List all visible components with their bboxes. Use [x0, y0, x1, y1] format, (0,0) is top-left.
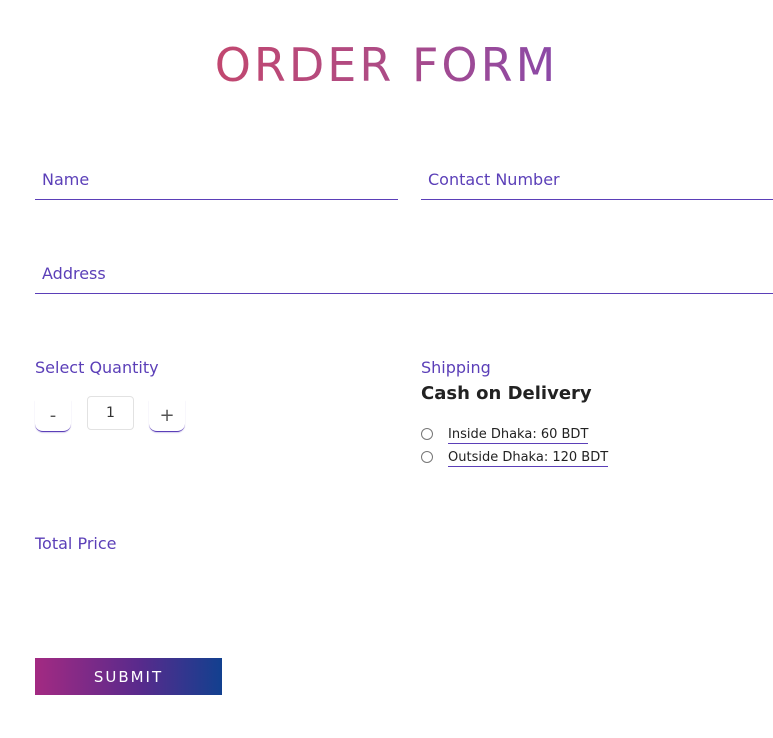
radio-button[interactable] [421, 451, 433, 463]
decrease-quantity-button[interactable]: - [35, 400, 71, 432]
contact-number-input[interactable] [421, 160, 773, 200]
increase-quantity-button[interactable]: + [149, 400, 185, 432]
shipping-option-label[interactable]: Inside Dhaka: 60 BDT [448, 427, 589, 444]
select-quantity-label: Select Quantity [35, 358, 159, 377]
address-input[interactable] [35, 254, 773, 294]
radio-button[interactable] [421, 428, 433, 440]
name-input[interactable] [35, 160, 398, 200]
total-price-label: Total Price [35, 534, 117, 553]
shipping-label: Shipping [421, 358, 491, 377]
cash-on-delivery-heading: Cash on Delivery [421, 383, 592, 404]
page-title: ORDER FORM [214, 38, 559, 92]
shipping-option-label[interactable]: Outside Dhaka: 120 BDT [448, 450, 609, 467]
quantity-input[interactable] [87, 396, 134, 430]
submit-button[interactable]: SUBMIT [35, 658, 222, 695]
